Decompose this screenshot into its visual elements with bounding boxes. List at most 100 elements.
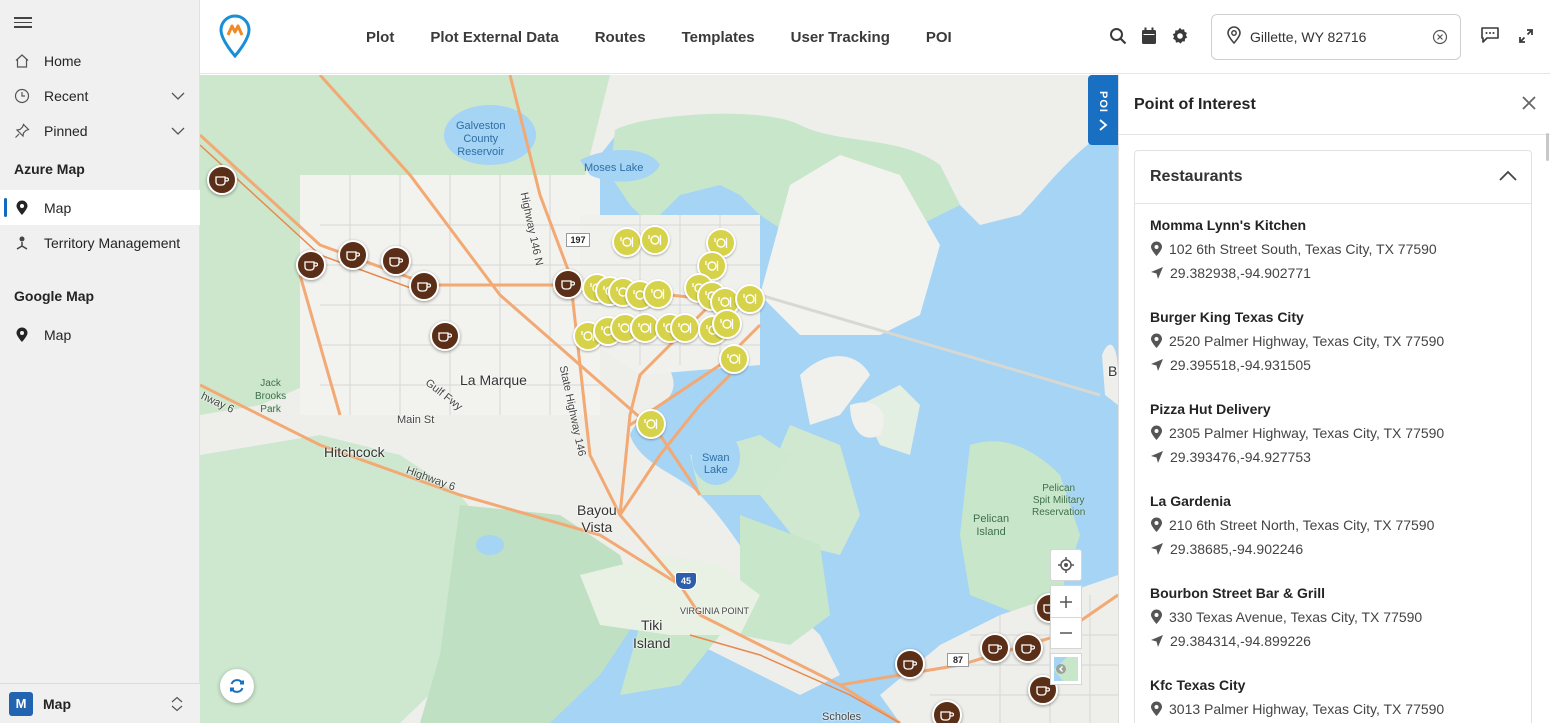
clock-icon [0,88,44,104]
sidebar-item-recent[interactable]: Recent [0,78,200,113]
clear-icon[interactable] [1432,29,1448,50]
restaurant-address-row: 330 Texas Avenue, Texas City, TX 77590 [1150,605,1520,629]
restaurant-item[interactable]: La Gardenia 210 6th Street North, Texas C… [1150,493,1520,561]
locate-me-button[interactable] [1050,549,1082,581]
coffee-marker[interactable] [207,165,237,195]
chevron-up-icon[interactable] [1499,169,1517,187]
location-pin-icon [1151,701,1162,716]
restaurant-marker[interactable] [712,309,742,339]
menu-poi[interactable]: POI [926,29,952,46]
restaurant-marker[interactable] [735,284,765,314]
restaurant-address-row: 210 6th Street North, Texas City, TX 775… [1150,513,1520,537]
restaurant-address: 2305 Palmer Highway, Texas City, TX 7759… [1169,425,1445,441]
search-icon[interactable] [1109,27,1127,50]
location-input[interactable] [1250,29,1430,45]
coffee-marker[interactable] [381,246,411,276]
restaurant-marker[interactable] [612,227,642,257]
road-shield-87: 87 [947,653,969,667]
refresh-button[interactable] [220,669,254,703]
map-label-scholes: Scholes [822,711,862,723]
restaurant-icon [718,297,732,307]
app-root: Home Recent Pinned Azure Map Map Territo… [0,0,1550,723]
pin-icon [0,122,44,139]
navigation-arrow-icon [1151,267,1163,279]
map-label-pelican-spit: Pelican Spit Military Reservation [1032,483,1086,518]
sidebar-item-azure-map[interactable]: Map [0,190,200,225]
main-menu: Plot Plot External Data Routes Templates… [366,0,952,74]
plus-icon [1060,595,1072,608]
hamburger-menu-icon[interactable] [14,14,32,30]
poi-panel-header: Point of Interest [1119,75,1550,135]
restaurant-name: Bourbon Street Bar & Grill [1150,585,1326,601]
sidebar-item-label: Recent [44,87,89,104]
menu-plot-external-data[interactable]: Plot External Data [430,29,558,46]
restaurant-item[interactable]: Momma Lynn's Kitchen 102 6th Street South… [1150,217,1520,285]
panel-scrollbar[interactable] [1546,133,1549,161]
map-style-icon [1054,657,1078,681]
coffee-icon [988,644,1002,654]
restaurant-coords: 29.393476,-94.927753 [1170,449,1311,465]
coffee-marker[interactable] [409,271,439,301]
restaurant-icon [620,237,634,247]
sidebar-item-label: Pinned [44,122,88,139]
zoom-in-button[interactable] [1050,585,1082,617]
menu-templates[interactable]: Templates [682,29,755,46]
menu-routes[interactable]: Routes [595,29,646,46]
coffee-marker[interactable] [430,321,460,351]
sidebar-item-pinned[interactable]: Pinned [0,113,200,148]
restaurant-marker[interactable] [640,225,670,255]
restaurant-item[interactable]: Bourbon Street Bar & Grill 330 Texas Aven… [1150,585,1520,653]
coffee-marker[interactable] [895,649,925,679]
chat-icon[interactable] [1480,26,1500,49]
restaurant-marker[interactable] [643,279,673,309]
chevron-down-icon[interactable] [170,123,186,142]
sidebar-item-home[interactable]: Home [0,43,200,78]
sidebar-item-territory-management[interactable]: Territory Management [0,225,200,260]
coffee-icon [417,282,431,292]
restaurant-icon [648,235,662,245]
map-label-moses-lake: Moses Lake [584,162,644,174]
road-shield-45: 45 [675,572,697,590]
map-canvas[interactable]: La Marque Hitchcock Bayou Vista Tiki Isl… [200,75,1118,723]
coffee-marker[interactable] [1013,633,1043,663]
gear-icon[interactable] [1171,27,1189,50]
chevron-down-icon[interactable] [170,88,186,107]
close-icon[interactable] [1522,96,1536,115]
app-logo-icon[interactable] [218,14,252,63]
restaurant-item[interactable]: Burger King Texas City 2520 Palmer Highwa… [1150,309,1520,377]
map-label-jack-brooks-park: Jack Brooks Park [255,378,287,415]
restaurant-marker[interactable] [719,344,749,374]
restaurant-address-row: 2520 Palmer Highway, Texas City, TX 7759… [1150,329,1520,353]
map-label-edge-b: B [1108,363,1118,379]
menu-user-tracking[interactable]: User Tracking [791,29,890,46]
map-pin-icon [0,327,44,343]
restaurant-coords-row: 29.384314,-94.899226 [1150,629,1520,653]
coffee-marker[interactable] [932,700,962,723]
sidebar-item-google-map[interactable]: Map [0,317,200,352]
coffee-marker[interactable] [553,269,583,299]
poi-panel-toggle[interactable]: POI [1088,75,1118,145]
map-label-virginia-point: VIRGINIA POINT [680,606,750,616]
area-switcher[interactable]: M Map [0,683,200,723]
restaurant-address: 2520 Palmer Highway, Texas City, TX 7759… [1169,333,1445,349]
map-label-bayou-vista: Bayou Vista [577,502,617,535]
zoom-out-button[interactable] [1050,617,1082,649]
restaurants-card-header[interactable]: Restaurants [1135,151,1531,204]
menu-plot[interactable]: Plot [366,29,394,46]
expand-icon[interactable] [1518,28,1534,49]
restaurant-marker[interactable] [636,409,666,439]
coffee-marker[interactable] [296,250,326,280]
restaurant-address: 330 Texas Avenue, Texas City, TX 77590 [1169,609,1423,625]
calendar-icon[interactable] [1141,27,1157,50]
restaurant-item[interactable]: Kfc Texas City 3013 Palmer Highway, Texas… [1150,677,1520,721]
map-style-button[interactable] [1050,653,1082,685]
target-icon [1058,557,1074,573]
restaurant-marker[interactable] [670,313,700,343]
restaurant-icon [638,323,652,333]
location-pin-icon [1151,241,1162,256]
restaurant-item[interactable]: Pizza Hut Delivery 2305 Palmer Highway, T… [1150,401,1520,469]
map-label-la-marque: La Marque [460,372,527,388]
coffee-marker[interactable] [980,633,1010,663]
coffee-marker[interactable] [338,240,368,270]
restaurant-address-row: 2305 Palmer Highway, Texas City, TX 7759… [1150,421,1520,445]
